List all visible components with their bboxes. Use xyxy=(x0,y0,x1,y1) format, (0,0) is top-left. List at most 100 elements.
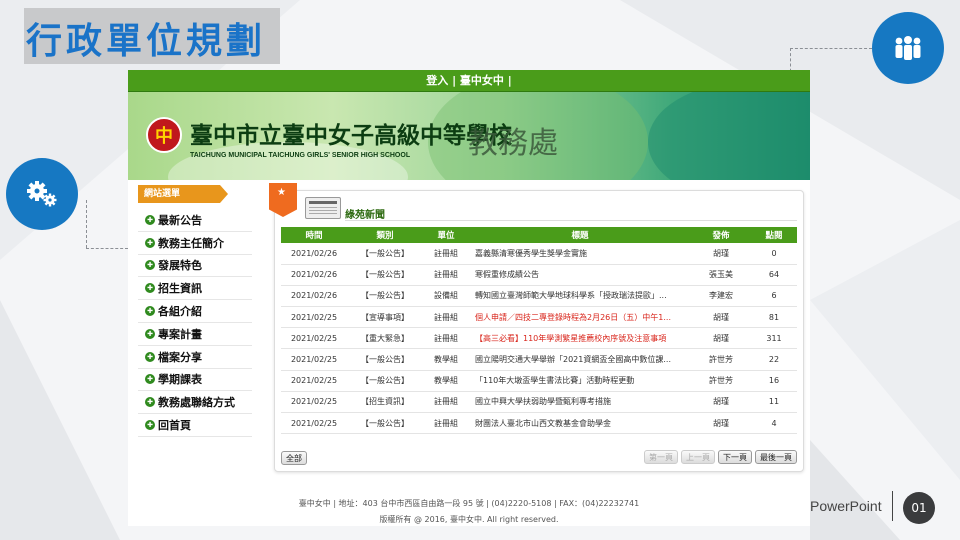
cell-title[interactable]: 【高三必看】110年學測繁星推薦校內序號及注意事項 xyxy=(469,327,691,350)
sidebar-item[interactable]: ✚ 招生資訊 xyxy=(138,277,252,301)
cell-category: 【一般公告】 xyxy=(347,264,423,286)
cell-date: 2021/02/25 xyxy=(281,306,347,329)
table-row: 2021/02/25 【重大緊急】 註冊組 【高三必看】110年學測繁星推薦校內序號及… xyxy=(281,327,797,350)
department-name: 教務處 xyxy=(468,126,558,161)
cell-category: 【一般公告】 xyxy=(347,285,423,308)
school-name: 臺中市立臺中女子高級中等學校 xyxy=(190,122,512,149)
menu-bullet-icon: ✚ xyxy=(145,328,155,339)
cell-author: 許世芳 xyxy=(691,348,751,371)
site-sidebar: 網站選單 ✚ 最新公告 ✚ 教務主任簡介 ✚ 發展特色 ✚ 招生資訊 ✚ 各組介紹 ✚ 專案計畫 ✚ 檔案… xyxy=(138,185,252,437)
cell-unit: 註冊組 xyxy=(423,264,469,286)
table-row: 2021/02/25 【一般公告】 教學組 「110年大墩盃學生書法比賽」活動時程更動… xyxy=(281,370,797,392)
cell-title[interactable]: 嘉義縣清寒優秀學生獎學金實施 xyxy=(469,243,691,265)
cell-author: 張玉美 xyxy=(691,264,751,286)
website-screenshot: 登入 | 臺中女中 | 中 臺中市立臺中女子高級中等學校 TAICHUNG MU… xyxy=(128,70,810,526)
table-row: 2021/02/25 【一般公告】 註冊組 財團法人臺北市山西文教基金會助學金 胡瑾 4 xyxy=(281,412,797,435)
school-logo-icon: 中 xyxy=(146,117,182,153)
column-header: 點閱 xyxy=(751,227,797,243)
last-page-button[interactable]: 最後一頁 xyxy=(755,450,797,464)
sidebar-menu: ✚ 最新公告 ✚ 教務主任簡介 ✚ 發展特色 ✚ 招生資訊 ✚ 各組介紹 ✚ 專案計畫 ✚ 檔案分享 ✚ 學期… xyxy=(138,209,252,437)
sidebar-item[interactable]: ✚ 教務處聯絡方式 xyxy=(138,391,252,415)
sidebar-item[interactable]: ✚ 各組介紹 xyxy=(138,300,252,323)
cell-author: 李建宏 xyxy=(691,285,751,308)
cell-date: 2021/02/25 xyxy=(281,370,347,392)
connector-line xyxy=(86,200,87,248)
cell-views: 22 xyxy=(751,348,797,371)
table-header: 時間 類別 單位 標題 發佈 點閱 xyxy=(281,227,797,243)
cell-category: 【招生資訊】 xyxy=(347,391,423,414)
cell-category: 【一般公告】 xyxy=(347,412,423,435)
menu-bullet-icon: ✚ xyxy=(145,420,155,431)
cell-author: 胡瑾 xyxy=(691,391,751,414)
footer-address: 臺中女中 | 地址：403 台中市西區自由路一段 95 號 | (04)2220… xyxy=(298,499,640,508)
cell-unit: 教學組 xyxy=(423,370,469,392)
cell-category: 【重大緊急】 xyxy=(347,327,423,350)
cell-category: 【一般公告】 xyxy=(347,370,423,392)
cell-category: 【宣導事項】 xyxy=(347,306,423,329)
first-page-button[interactable]: 第一頁 xyxy=(644,450,678,464)
news-panel: ★ 綠苑新聞 時間 類別 單位 標題 發佈 點閱 2021/02/26 【一般公告】 註冊組嘉… xyxy=(269,183,804,472)
menu-bullet-icon: ✚ xyxy=(145,237,155,248)
menu-bullet-icon: ✚ xyxy=(145,351,155,362)
cell-views: 4 xyxy=(751,412,797,435)
cell-author: 胡瑾 xyxy=(691,306,751,329)
cell-title[interactable]: 財團法人臺北市山西文教基金會助學金 xyxy=(469,412,691,435)
cell-author: 胡瑾 xyxy=(691,327,751,350)
cell-views: 6 xyxy=(751,285,797,308)
cell-date: 2021/02/26 xyxy=(281,285,347,308)
news-tab-icon: ★ xyxy=(269,183,297,217)
site-banner: 中 臺中市立臺中女子高級中等學校 TAICHUNG MUNICIPAL TAIC… xyxy=(128,92,810,180)
sidebar-item[interactable]: ✚ 最新公告 xyxy=(138,209,252,232)
cell-title[interactable]: 轉知國立臺灣師範大學地球科學系「授政瑞法提歐」... xyxy=(469,285,691,308)
sidebar-item-label: 教務主任簡介 xyxy=(158,236,224,250)
table-row: 2021/02/25 【宣導事項】 註冊組 個人申請／四技二專登錄時程為2月26日（五… xyxy=(281,306,797,329)
sidebar-item-label: 發展特色 xyxy=(158,259,202,273)
cell-unit: 教學組 xyxy=(423,348,469,371)
cell-title[interactable]: 寒假重修成績公告 xyxy=(469,264,691,286)
cell-views: 11 xyxy=(751,391,797,414)
sidebar-item[interactable]: ✚ 專案計畫 xyxy=(138,323,252,346)
cell-date: 2021/02/25 xyxy=(281,412,347,435)
sidebar-item-label: 專案計畫 xyxy=(158,327,202,341)
cell-unit: 設備組 xyxy=(423,285,469,308)
sidebar-item-label: 學期課表 xyxy=(158,373,202,387)
prev-page-button[interactable]: 上一頁 xyxy=(681,450,715,464)
sidebar-item[interactable]: ✚ 學期課表 xyxy=(138,369,252,392)
cell-title[interactable]: 國立陽明交通大學舉辦「2021資網盃全國高中數位課... xyxy=(469,348,691,371)
cell-title[interactable]: 「110年大墩盃學生書法比賽」活動時程更動 xyxy=(469,370,691,392)
site-topbar[interactable]: 登入 | 臺中女中 | xyxy=(128,70,810,92)
sidebar-item[interactable]: ✚ 回首頁 xyxy=(138,414,252,437)
cell-views: 311 xyxy=(751,327,797,350)
cell-category: 【一般公告】 xyxy=(347,348,423,371)
cell-date: 2021/02/25 xyxy=(281,327,347,350)
cell-date: 2021/02/25 xyxy=(281,391,347,414)
pagination: 第一頁 上一頁 下一頁 最後一頁 xyxy=(644,450,797,464)
sidebar-item[interactable]: ✚ 教務主任簡介 xyxy=(138,232,252,255)
news-title: 綠苑新聞 xyxy=(345,210,385,221)
next-page-button[interactable]: 下一頁 xyxy=(718,450,752,464)
sidebar-item[interactable]: ✚ 發展特色 xyxy=(138,255,252,278)
cell-date: 2021/02/25 xyxy=(281,348,347,371)
cell-views: 0 xyxy=(751,243,797,265)
table-row: 2021/02/25 【招生資訊】 註冊組 國立中興大學扶弱助學暨甄利專考措施 胡瑾 11 xyxy=(281,391,797,414)
column-header: 發佈 xyxy=(691,227,751,243)
cell-views: 64 xyxy=(751,264,797,286)
sidebar-item-label: 最新公告 xyxy=(158,213,202,227)
people-icon xyxy=(872,12,944,84)
footer-copyright: 版權所有 @ 2016, 臺中女中. All right reserved. xyxy=(379,515,559,524)
column-header: 類別 xyxy=(347,227,423,243)
column-header: 時間 xyxy=(281,227,347,243)
gears-icon xyxy=(6,158,78,230)
all-news-button[interactable]: 全部 xyxy=(281,451,307,465)
footer-brand: PowerPoint xyxy=(810,498,882,514)
cell-title[interactable]: 國立中興大學扶弱助學暨甄利專考措施 xyxy=(469,391,691,414)
footer-divider xyxy=(892,491,893,521)
school-name-en: TAICHUNG MUNICIPAL TAICHUNG GIRLS' SENIO… xyxy=(190,152,411,159)
connector-line xyxy=(790,48,872,49)
table-row: 2021/02/26 【一般公告】 註冊組 寒假重修成績公告 張玉美 64 xyxy=(281,264,797,286)
cell-unit: 註冊組 xyxy=(423,412,469,435)
cell-title[interactable]: 個人申請／四技二專登錄時程為2月26日（五）中午1... xyxy=(469,306,691,329)
sidebar-item[interactable]: ✚ 檔案分享 xyxy=(138,346,252,369)
cell-category: 【一般公告】 xyxy=(347,243,423,265)
table-row: 2021/02/26 【一般公告】 設備組 轉知國立臺灣師範大學地球科學系「授政瑞法提… xyxy=(281,285,797,308)
